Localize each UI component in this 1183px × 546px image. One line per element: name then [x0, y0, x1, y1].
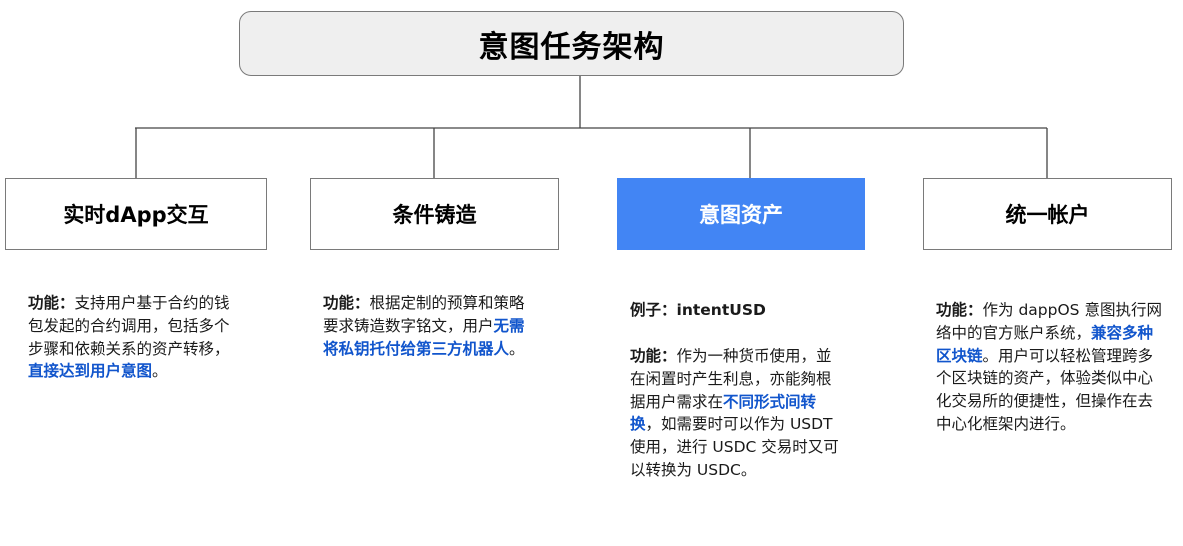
- desc-sep: ：: [354, 294, 370, 312]
- description-conditional-mint: 功能：根据定制的预算和策略要求铸造数字铭文，用户无需将私钥托付给第三方机器人。: [323, 292, 533, 360]
- example-label: 例子：: [630, 301, 677, 319]
- desc-label: 功能: [630, 347, 662, 365]
- description-realtime-dapp: 功能：支持用户基于合约的钱包发起的合约调用，包括多个步骤和依赖关系的资产转移，直…: [28, 292, 238, 383]
- desc-sep: ：: [967, 301, 983, 319]
- desc-text-end: 。: [509, 339, 525, 358]
- node-title: 条件铸造: [392, 203, 477, 227]
- description-unified-account: 功能：作为 dappOS 意图执行网络中的官方账户系统，兼容多种区块链。用户可以…: [936, 299, 1162, 436]
- example-value: intentUSD: [676, 301, 766, 319]
- node-realtime-dapp: 实时dApp交互: [5, 178, 267, 250]
- desc-label: 功能: [936, 301, 968, 319]
- root-title: 意图任务架构: [478, 29, 665, 65]
- connector-lines: [135, 76, 1048, 178]
- node-unified-account: 统一帐户: [923, 178, 1172, 250]
- node-conditional-mint: 条件铸造: [310, 178, 559, 250]
- node-title: 统一帐户: [1005, 203, 1090, 227]
- node-title: 实时dApp交互: [63, 203, 209, 227]
- node-title: 意图资产: [699, 203, 783, 227]
- description-intent-asset-example: 例子：intentUSD: [630, 299, 850, 322]
- desc-sep: ：: [59, 294, 75, 312]
- desc-highlight: 直接达到用户意图: [28, 362, 153, 381]
- desc-label: 功能: [28, 294, 60, 312]
- root-node: 意图任务架构: [239, 11, 904, 76]
- node-intent-asset: 意图资产: [617, 178, 865, 250]
- desc-sep: ：: [661, 347, 677, 365]
- desc-text-end: 。: [152, 362, 168, 381]
- desc-text-end: ，如需要时可以作为 USDT 使用，进行 USDC 交易时又可以转换为 USDC…: [630, 415, 839, 479]
- description-intent-asset: 功能：作为一种货币使用，並在闲置时产生利息，亦能夠根据用户需求在不同形式间转换，…: [630, 345, 840, 482]
- desc-label: 功能: [323, 294, 355, 312]
